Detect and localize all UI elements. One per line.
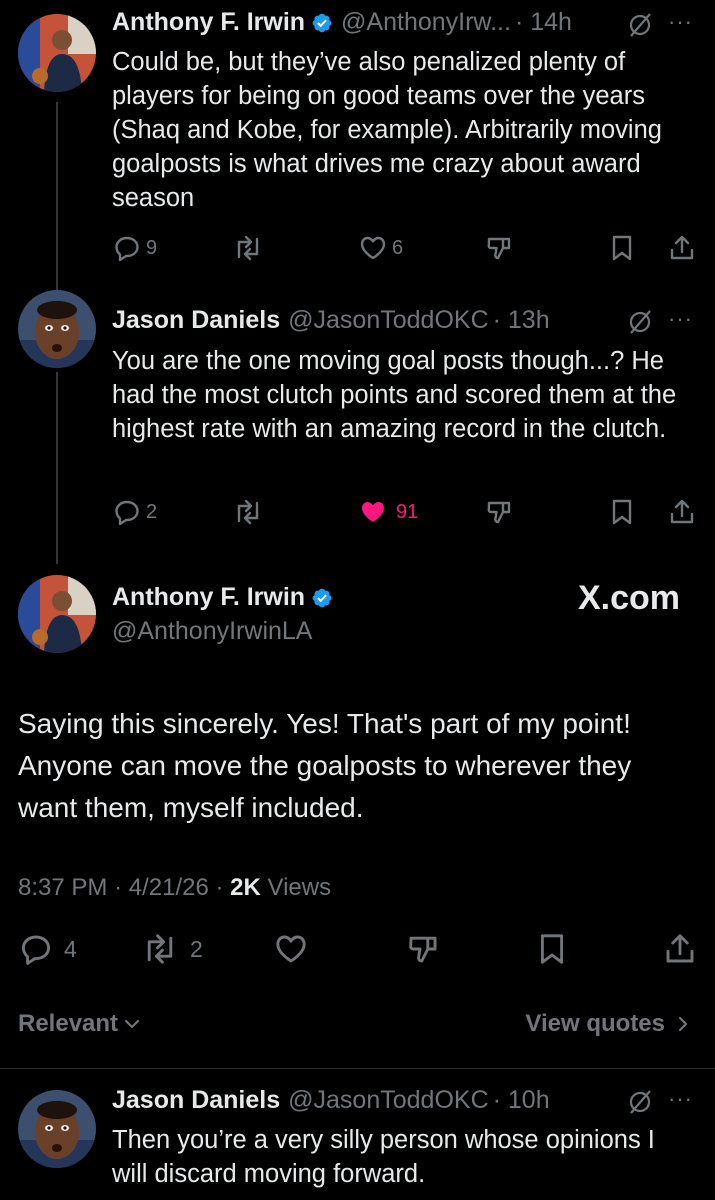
dislike-icon — [409, 936, 437, 963]
reply-button[interactable]: 2 — [112, 497, 157, 527]
author-name[interactable]: Jason Daniels — [112, 306, 280, 335]
share-icon — [666, 934, 694, 963]
reply-icon — [115, 236, 139, 262]
view-quotes-label: View quotes — [525, 1010, 665, 1037]
tweet-text: Could be, but they’ve also penalized ple… — [112, 48, 662, 212]
bookmark-button[interactable] — [534, 931, 570, 967]
reply-count: 9 — [146, 236, 158, 259]
views-label: Views — [267, 874, 332, 901]
repost-count: 2 — [190, 935, 203, 962]
thread-line — [56, 102, 58, 298]
timestamp[interactable]: · 14h — [515, 8, 572, 37]
author-handle[interactable]: @AnthonyIrw... — [341, 8, 511, 37]
timestamp[interactable]: · 13h — [493, 306, 550, 335]
verified-icon — [312, 13, 332, 32]
avatar[interactable] — [18, 290, 96, 368]
like-icon — [276, 935, 306, 963]
more-icon[interactable]: ··· — [668, 1086, 693, 1112]
bookmark-button[interactable] — [607, 497, 637, 527]
thread-line — [56, 372, 58, 564]
sort-dropdown[interactable]: Relevant — [18, 1010, 142, 1038]
views-count: 2K — [230, 874, 261, 901]
tweet-text: Then you’re a very silly person whose op… — [112, 1126, 655, 1188]
sort-label: Relevant — [18, 1010, 119, 1037]
repost-button[interactable] — [232, 497, 264, 527]
author-handle[interactable]: @JasonToddOKC — [288, 306, 488, 335]
avatar[interactable] — [18, 1090, 96, 1168]
repost-icon — [147, 934, 173, 964]
more-icon[interactable]: ··· — [668, 9, 693, 35]
grok-icon[interactable] — [625, 307, 655, 337]
bookmark-icon — [540, 934, 564, 964]
like-button[interactable]: 6 — [358, 233, 403, 263]
tweet-time[interactable]: 8:37 PM — [18, 874, 107, 901]
dislike-button[interactable] — [484, 233, 514, 263]
author-name[interactable]: Anthony F. Irwin — [112, 583, 305, 612]
share-button[interactable] — [667, 497, 697, 527]
chevron-down-icon — [124, 1019, 140, 1029]
bookmark-icon — [612, 235, 632, 261]
dislike-button[interactable] — [405, 931, 441, 967]
author-name[interactable]: Jason Daniels — [112, 1086, 280, 1115]
tweet-date[interactable]: 4/21/26 — [129, 874, 209, 901]
avatar[interactable] — [18, 575, 96, 653]
like-count: 6 — [392, 236, 404, 259]
like-icon — [362, 502, 384, 522]
tweet-text: Saying this sincerely. Yes! That's part … — [18, 708, 632, 823]
like-button[interactable]: 91 — [358, 497, 418, 527]
tweet-text: You are the one moving goal posts though… — [112, 347, 677, 443]
bookmark-icon — [612, 499, 632, 525]
like-count: 91 — [396, 500, 419, 523]
repost-button[interactable]: 2 — [140, 931, 203, 967]
repost-button[interactable] — [232, 233, 264, 263]
reply-button[interactable]: 9 — [112, 233, 157, 263]
chevron-right-icon — [678, 1016, 688, 1032]
author-handle[interactable]: @AnthonyIrwinLA — [112, 617, 312, 646]
share-icon — [670, 235, 694, 260]
more-icon[interactable]: ··· — [668, 306, 693, 332]
dislike-icon — [487, 501, 511, 524]
tweet-meta: 8:37 PM · 4/21/26 · 2K Views — [18, 874, 332, 901]
like-icon — [360, 236, 386, 260]
like-button[interactable] — [273, 931, 309, 967]
reply-icon — [115, 500, 139, 526]
avatar[interactable] — [18, 14, 96, 92]
reply-count: 4 — [64, 935, 77, 962]
share-button[interactable] — [662, 931, 698, 967]
watermark: X.com — [577, 579, 680, 617]
bookmark-button[interactable] — [607, 233, 637, 263]
share-button[interactable] — [667, 233, 697, 263]
divider — [0, 1068, 715, 1069]
share-icon — [670, 499, 694, 524]
grok-icon[interactable] — [625, 10, 655, 40]
verified-icon — [312, 588, 332, 607]
reply-icon — [21, 935, 51, 965]
reply-count: 2 — [146, 500, 158, 523]
reply-button[interactable]: 4 — [18, 931, 77, 967]
dislike-button[interactable] — [484, 497, 514, 527]
grok-icon[interactable] — [625, 1087, 655, 1117]
author-name[interactable]: Anthony F. Irwin — [112, 8, 305, 37]
repost-icon — [237, 235, 259, 261]
dislike-icon — [487, 237, 511, 260]
repost-icon — [237, 499, 259, 525]
view-quotes-link[interactable]: View quotes — [525, 1010, 693, 1038]
author-handle[interactable]: @JasonToddOKC — [288, 1086, 488, 1115]
timestamp[interactable]: · 10h — [493, 1086, 550, 1115]
